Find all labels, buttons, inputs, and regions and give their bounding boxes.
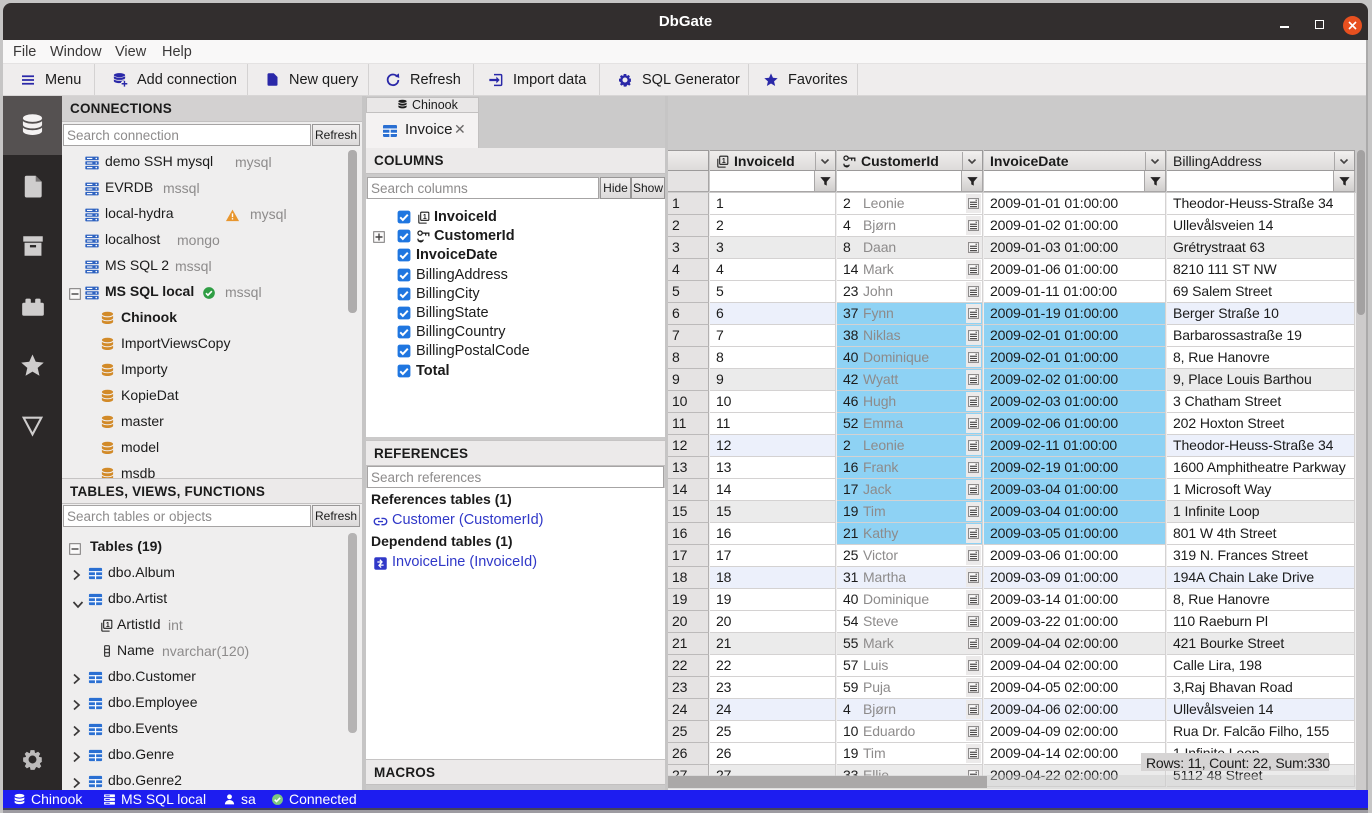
svg-text:1: 1	[106, 622, 110, 629]
svg-text:1: 1	[423, 214, 427, 221]
svg-text:1: 1	[722, 158, 726, 165]
